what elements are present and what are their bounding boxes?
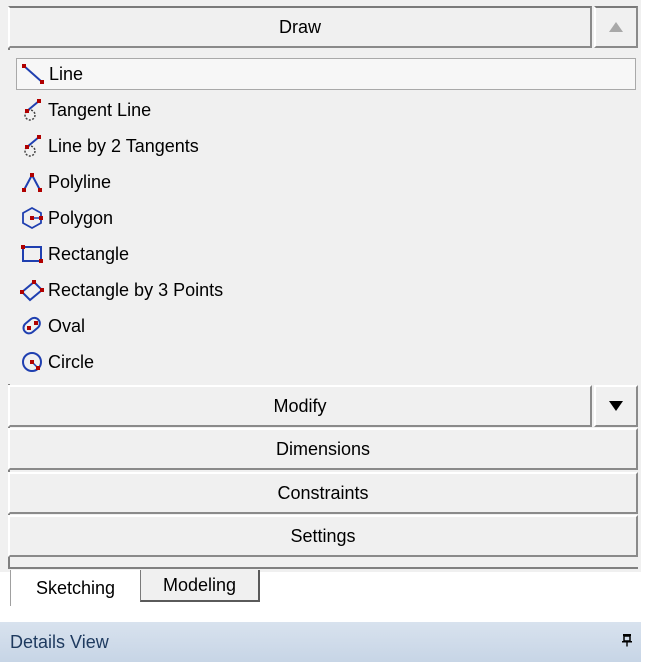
tangent-line-icon bbox=[24, 99, 41, 121]
oval-icon bbox=[22, 316, 41, 335]
tab-sketching[interactable]: Sketching bbox=[10, 570, 140, 606]
tool-rectangle-by-3-points[interactable]: Rectangle by 3 Points bbox=[16, 274, 636, 306]
draw-tool-list: Line Tangent Line Line by 2 Tangents Pol… bbox=[8, 50, 638, 384]
tool-rectangle-label: Rectangle bbox=[48, 243, 130, 264]
mode-tabs: Sketching Modeling bbox=[0, 570, 649, 610]
tool-tangent-line[interactable]: Tangent Line bbox=[16, 94, 636, 126]
pin-icon[interactable] bbox=[621, 633, 633, 652]
circle-icon bbox=[22, 352, 42, 372]
rectangle-3-points-icon bbox=[20, 280, 44, 302]
triangle-up-icon bbox=[609, 22, 623, 32]
details-view-title: Details View bbox=[10, 631, 109, 652]
tool-line-label: Line bbox=[49, 63, 84, 84]
triangle-down-icon bbox=[609, 401, 623, 411]
tool-line-by-2-tangents-label: Line by 2 Tangents bbox=[48, 135, 199, 156]
scroll-down-button[interactable] bbox=[594, 385, 638, 427]
tool-polygon-label: Polygon bbox=[48, 207, 114, 228]
constraints-panel-label: Constraints bbox=[277, 482, 369, 503]
frame-bottom bbox=[8, 567, 638, 569]
tool-rectangle[interactable]: Rectangle bbox=[16, 238, 636, 270]
polyline-icon bbox=[22, 172, 42, 192]
draw-panel-header[interactable]: Draw bbox=[8, 6, 592, 48]
scroll-up-button[interactable] bbox=[594, 6, 638, 48]
constraints-panel-header[interactable]: Constraints bbox=[8, 472, 638, 514]
tool-oval-label: Oval bbox=[48, 315, 86, 336]
tool-polygon[interactable]: Polygon bbox=[16, 202, 636, 234]
details-view-header: Details View bbox=[0, 622, 641, 662]
tool-polyline[interactable]: Polyline bbox=[16, 166, 636, 198]
tab-sketching-label: Sketching bbox=[35, 577, 116, 598]
tool-oval[interactable]: Oval bbox=[16, 310, 636, 342]
tab-modeling-label: Modeling bbox=[162, 574, 237, 595]
line-icon bbox=[22, 64, 44, 84]
tool-polyline-label: Polyline bbox=[48, 171, 112, 192]
rectangle-icon bbox=[21, 245, 43, 263]
modify-panel-label: Modify bbox=[273, 395, 327, 416]
tool-line[interactable]: Line bbox=[16, 58, 636, 90]
dimensions-panel-label: Dimensions bbox=[275, 438, 371, 459]
draw-panel-label: Draw bbox=[278, 16, 321, 37]
settings-panel-label: Settings bbox=[290, 525, 356, 546]
tool-tangent-line-label: Tangent Line bbox=[48, 99, 152, 120]
tab-modeling[interactable]: Modeling bbox=[140, 570, 260, 602]
sketching-toolbox: Draw Line Tangent Line Line by 2 Tangent… bbox=[0, 0, 641, 572]
modify-panel-header[interactable]: Modify bbox=[8, 385, 592, 427]
dimensions-panel-header[interactable]: Dimensions bbox=[8, 428, 638, 470]
settings-panel-header[interactable]: Settings bbox=[8, 515, 638, 557]
line-by-2-tangents-icon bbox=[24, 135, 41, 157]
tool-rectangle-by-3-points-label: Rectangle by 3 Points bbox=[48, 279, 224, 300]
tool-circle[interactable]: Circle bbox=[16, 346, 636, 378]
tool-line-by-2-tangents[interactable]: Line by 2 Tangents bbox=[16, 130, 636, 162]
tool-circle-label: Circle bbox=[48, 351, 95, 372]
polygon-icon bbox=[22, 206, 43, 230]
